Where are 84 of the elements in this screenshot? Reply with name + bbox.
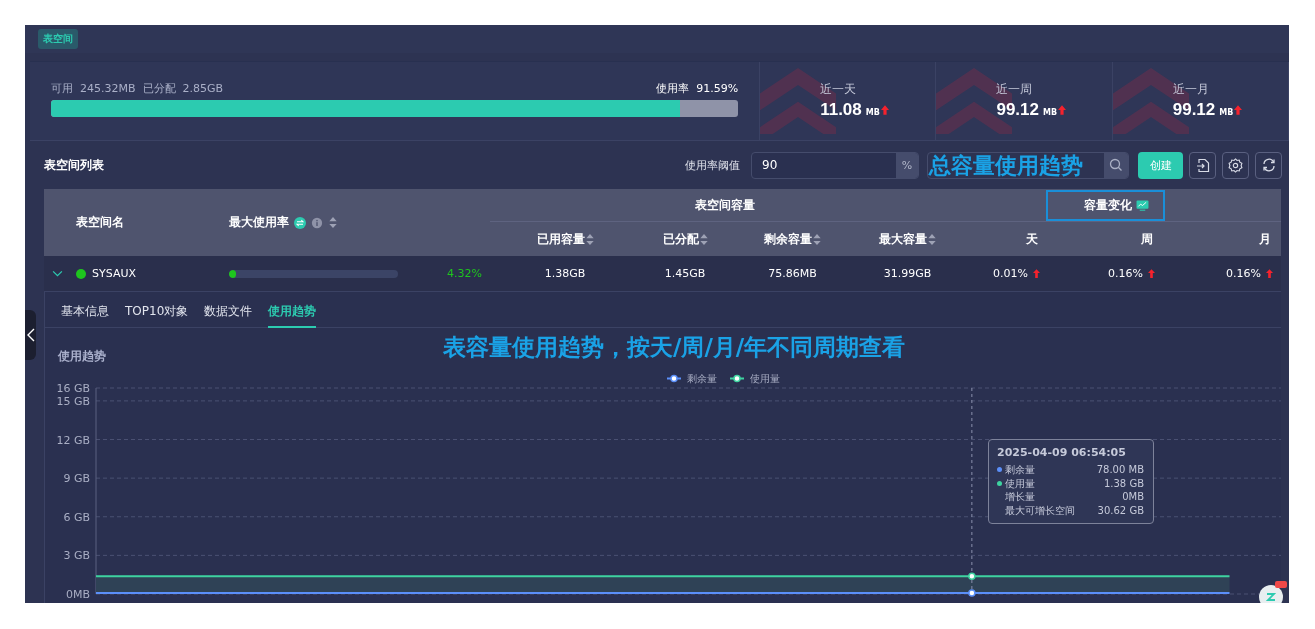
threshold-field[interactable]: 90 %: [751, 151, 919, 179]
tooltip-label: 剩余量: [1005, 463, 1035, 477]
axis-label: 6 GB: [63, 510, 90, 524]
column-header: 周: [1141, 230, 1153, 248]
stat-label: 近一月: [1172, 81, 1210, 98]
export-icon: [1195, 157, 1210, 173]
tooltip-title: 2025-04-09 06:54:05: [997, 446, 1127, 459]
group-header: 表空间容量: [695, 196, 755, 214]
axis-label: 3 GB: [63, 549, 90, 563]
legend-label[interactable]: 使用量: [750, 373, 780, 384]
legend-marker[interactable]: [729, 374, 745, 383]
table-cell: SYSAUX: [92, 267, 136, 280]
info-icon[interactable]: [311, 216, 323, 229]
assistant-icon[interactable]: [1257, 581, 1287, 603]
threshold-label: 使用率阈值: [685, 157, 740, 173]
tooltip-label: 使用量: [1005, 476, 1035, 490]
sort-icon[interactable]: [813, 233, 821, 245]
axis-label: 0MB: [65, 588, 90, 599]
table-cell: 4.32%: [447, 267, 482, 280]
annotation-text: 总容量使用趋势: [929, 152, 1083, 178]
usage-summary-text: 可用 245.32MB 已分配 2.85GB: [51, 81, 224, 96]
stat-label: 近一周: [996, 81, 1034, 98]
column-header: 已用容量: [536, 230, 585, 248]
table-cell: 75.86MB: [768, 267, 817, 280]
column-header: 最大容量: [879, 230, 927, 248]
refresh-icon: [1261, 158, 1276, 172]
axis-label: 9 GB: [63, 472, 90, 486]
stat-unit: MB: [865, 108, 880, 117]
table-cell: 1.38GB: [544, 267, 586, 280]
tooltip-value: 30.62 GB: [1097, 503, 1144, 517]
stat-value: 99.12: [1172, 100, 1216, 120]
stat-unit: MB: [1043, 108, 1058, 117]
swap-icon[interactable]: [294, 216, 306, 229]
column-header: 已分配: [662, 230, 699, 248]
legend-marker[interactable]: [666, 374, 682, 383]
detail-tab[interactable]: 基本信息: [61, 297, 109, 328]
stat-value: 11.08: [820, 100, 862, 120]
column-header: 剩余容量: [764, 230, 812, 248]
caret-icon[interactable]: [51, 270, 63, 277]
chevron-left-icon: [26, 328, 35, 342]
section-tag: 表空间: [38, 29, 78, 49]
group-header: 容量变化: [1084, 196, 1132, 214]
stat-unit: MB: [1219, 108, 1234, 117]
sort-icon[interactable]: [699, 233, 708, 245]
legend-label[interactable]: 剩余量: [687, 373, 717, 384]
stat-label: 近一天: [820, 81, 858, 98]
tooltip-label: 最大可增长空间: [1005, 503, 1075, 517]
list-title: 表空间列表: [44, 156, 104, 174]
table-cell: 0.16%: [1108, 267, 1143, 280]
settings-button[interactable]: [1222, 151, 1249, 179]
table-cell: 0.16%: [1226, 267, 1261, 280]
collapse-handle[interactable]: [25, 310, 36, 360]
tooltip-value: 1.38 GB: [1103, 476, 1144, 490]
table-cell: 1.45GB: [664, 267, 706, 280]
axis-label: 12 GB: [56, 433, 90, 447]
chart-title: 使用趋势: [58, 348, 106, 365]
detail-tab[interactable]: TOP10对象: [125, 297, 189, 328]
annotation-text: 表容量使用趋势，按天/周/月/年不同周期查看: [443, 333, 906, 362]
export-button[interactable]: [1189, 151, 1216, 179]
tooltip-value: 78.00 MB: [1096, 463, 1144, 477]
column-header: 天: [1026, 230, 1038, 248]
column-header: 表空间名: [76, 214, 124, 231]
data-point: [968, 589, 976, 597]
sort-icon[interactable]: [585, 233, 594, 245]
column-header: 月: [1259, 230, 1271, 248]
search-icon[interactable]: [1109, 158, 1123, 172]
settings-icon: [1228, 157, 1243, 173]
search-field[interactable]: 总容量使用趋势: [927, 151, 1129, 179]
data-point: [968, 572, 976, 580]
sort-icon[interactable]: [928, 233, 936, 245]
tooltip-label: 增长量: [1005, 490, 1035, 504]
tooltip-value: 0MB: [1122, 490, 1144, 504]
detail-tab[interactable]: 使用趋势: [268, 297, 317, 328]
usage-rate-text: 使用率 91.59%: [656, 81, 739, 96]
table-cell: 0.01%: [993, 267, 1028, 280]
axis-label: 15 GB: [56, 394, 90, 408]
axis-label: 16 GB: [56, 382, 90, 395]
sort-icon[interactable]: [329, 217, 337, 228]
table-cell: 31.99GB: [883, 267, 932, 280]
line-chart-icon[interactable]: [1136, 199, 1149, 211]
refresh-button[interactable]: [1255, 151, 1282, 179]
detail-tab[interactable]: 数据文件: [204, 297, 253, 328]
stat-value: 99.12: [996, 100, 1039, 120]
column-header: 最大使用率: [229, 214, 289, 231]
